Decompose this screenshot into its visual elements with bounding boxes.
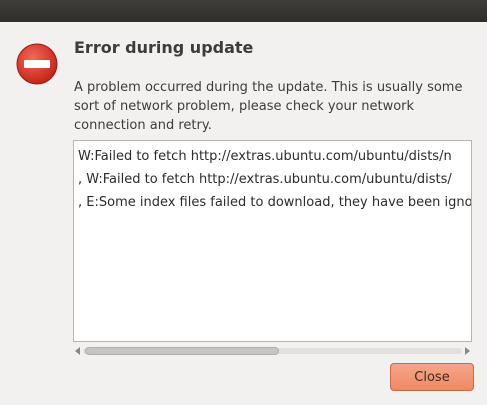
dialog-message: A problem occurred during the update. Th… (74, 80, 463, 133)
scrollbar-thumb[interactable] (85, 347, 279, 355)
scroll-left-icon[interactable] (75, 347, 80, 355)
dialog-title: Error during update (74, 38, 254, 57)
scroll-right-icon[interactable] (465, 347, 470, 355)
close-button[interactable]: Close (390, 363, 474, 391)
error-icon (16, 43, 58, 85)
window-titlebar[interactable] (0, 0, 487, 22)
details-line: , E:Some index files failed to download,… (78, 195, 472, 210)
details-line: W:Failed to fetch http://extras.ubuntu.c… (78, 149, 452, 164)
details-lines: W:Failed to fetch http://extras.ubuntu.c… (78, 145, 471, 214)
error-dialog: Error during update A problem occurred d… (0, 22, 487, 405)
details-line: , W:Failed to fetch http://extras.ubuntu… (78, 172, 452, 187)
details-textview[interactable]: W:Failed to fetch http://extras.ubuntu.c… (73, 140, 472, 342)
horizontal-scrollbar[interactable] (73, 345, 472, 358)
